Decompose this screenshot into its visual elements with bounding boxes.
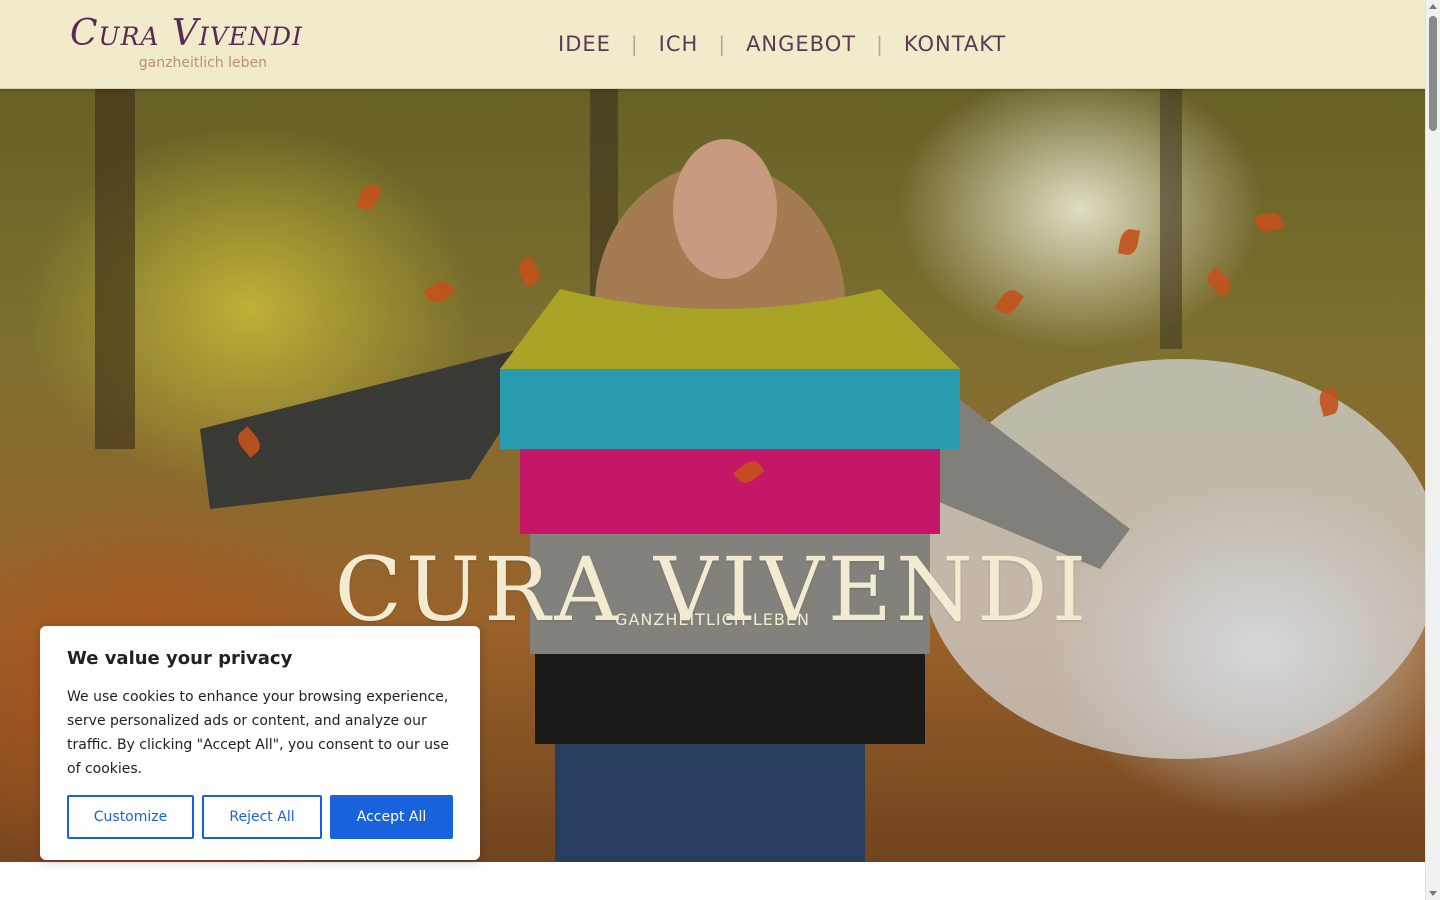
site-header: Cura Vivendi ganzheitlich leben IDEE | I… xyxy=(0,0,1425,89)
nav-item-idee[interactable]: IDEE xyxy=(558,32,611,56)
scroll-thumb[interactable] xyxy=(1429,16,1437,131)
scroll-up-arrow-icon[interactable] xyxy=(1429,4,1437,9)
scroll-down-arrow-icon[interactable] xyxy=(1429,891,1437,896)
site-logo[interactable]: Cura Vivendi ganzheitlich leben xyxy=(70,12,302,74)
cookie-consent-banner: We value your privacy We use cookies to … xyxy=(40,626,480,860)
nav-item-ich[interactable]: ICH xyxy=(659,32,699,56)
cookie-banner-actions: Customize Reject All Accept All xyxy=(67,795,453,839)
logo-title: Cura Vivendi xyxy=(70,13,303,54)
page-scrollbar[interactable] xyxy=(1425,0,1440,900)
cookie-banner-title: We value your privacy xyxy=(67,648,293,669)
nav-separator: | xyxy=(718,32,727,56)
logo-tagline: ganzheitlich leben xyxy=(138,55,267,71)
nav-separator: | xyxy=(630,32,639,56)
reject-all-button[interactable]: Reject All xyxy=(202,795,322,839)
customize-button[interactable]: Customize xyxy=(67,795,194,839)
nav-separator: | xyxy=(876,32,884,56)
cookie-banner-text: We use cookies to enhance your browsing … xyxy=(67,689,449,777)
accept-all-button[interactable]: Accept All xyxy=(330,795,453,839)
nav-item-kontakt[interactable]: KONTAKT xyxy=(904,32,1006,56)
nav-item-angebot[interactable]: ANGEBOT xyxy=(746,32,856,56)
main-nav: IDEE | ICH | ANGEBOT | KONTAKT xyxy=(558,28,1006,60)
